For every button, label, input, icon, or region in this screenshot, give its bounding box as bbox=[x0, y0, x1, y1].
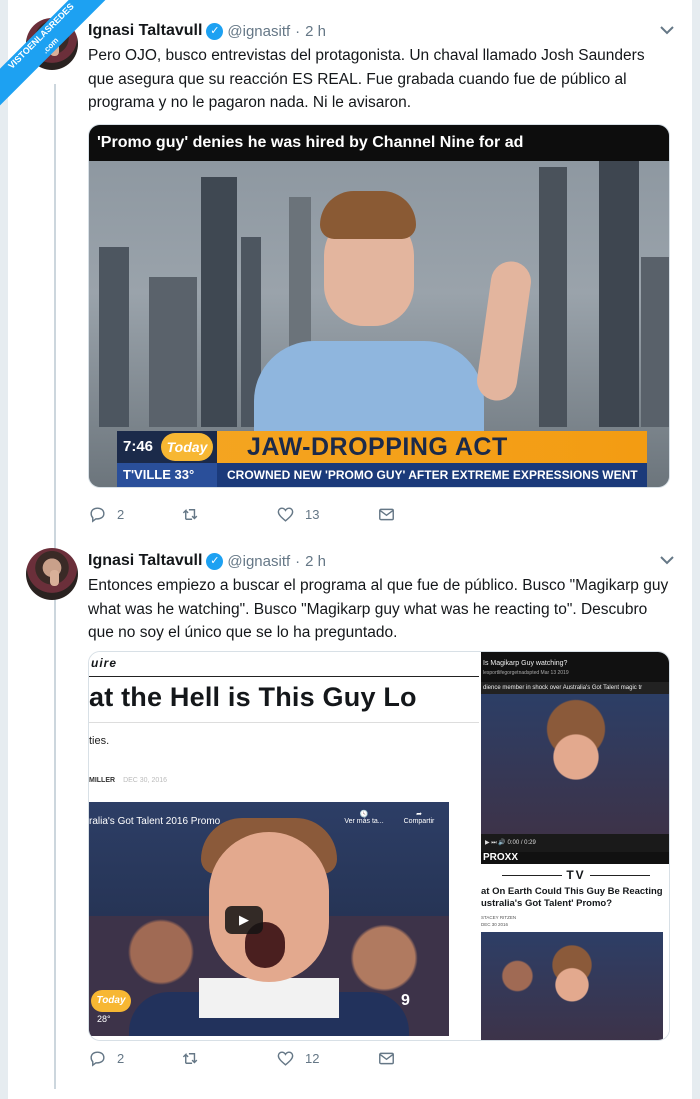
like-button[interactable]: 12 bbox=[276, 1047, 319, 1069]
envelope-icon bbox=[379, 1052, 394, 1064]
reply-count: 2 bbox=[117, 1050, 125, 1066]
publication-logo: uire bbox=[91, 656, 118, 670]
show-logo: Today bbox=[91, 990, 131, 1012]
tweet-text: Pero OJO, busco entrevistas del protagon… bbox=[88, 47, 645, 111]
tweet-header: Ignasi Taltavull ✓ @ignasitf · 2 h bbox=[88, 550, 678, 572]
tweet-actions: 2 12 bbox=[88, 1047, 408, 1069]
display-name[interactable]: Ignasi Taltavull bbox=[88, 552, 202, 570]
channel-logo: 9 bbox=[401, 992, 410, 1009]
direct-message-button[interactable] bbox=[377, 1047, 406, 1069]
uproxx-article: PROXX TV at On Earth Could This Guy Be R… bbox=[481, 852, 669, 1040]
reply-icon bbox=[90, 506, 105, 523]
tv-lower-third: 7:46 Today JAW-DROPPING ACT T'VILLE 33° … bbox=[117, 431, 647, 487]
lower-third-subcaption: CROWNED NEW 'PROMO GUY' AFTER EXTREME EX… bbox=[227, 468, 638, 482]
separator-dot: · bbox=[295, 552, 301, 570]
video-title: Is Magikarp Guy watching? bbox=[483, 660, 568, 667]
retweet-button[interactable] bbox=[181, 503, 210, 525]
timestamp[interactable]: 2 h bbox=[305, 553, 326, 570]
like-count: 12 bbox=[305, 1050, 320, 1066]
tweet[interactable]: Ignasi Taltavull ✓ @ignasitf · 2 h Enton… bbox=[8, 540, 692, 1085]
verified-badge-icon: ✓ bbox=[206, 22, 224, 40]
article-byline: STACEY RITZEN DEC 30 2016 bbox=[481, 915, 517, 927]
video-uploader: lesportlifegorgetnadspted Mar 13 2019 bbox=[483, 670, 569, 676]
category-label: TV bbox=[481, 868, 669, 882]
reply-count: 2 bbox=[117, 506, 125, 522]
reply-button[interactable]: 2 bbox=[88, 1047, 124, 1069]
article-headline: at On Earth Could This Guy Be Reacting u… bbox=[481, 886, 663, 909]
verified-badge-icon: ✓ bbox=[206, 552, 224, 570]
tweet[interactable]: Ignasi Taltavull ✓ @ignasitf · 2 h Pero … bbox=[8, 10, 692, 538]
avatar[interactable] bbox=[26, 548, 78, 600]
article-title: at the Hell is This Guy Lo bbox=[89, 682, 417, 712]
tweet-image-collage[interactable]: uire at the Hell is This Guy Lo ties. MI… bbox=[88, 651, 670, 1041]
article-byline: MILLER DEC 30, 2016 bbox=[89, 777, 168, 784]
tweet-image[interactable]: 'Promo guy' denies he was hired by Chann… bbox=[88, 124, 670, 488]
direct-message-button[interactable] bbox=[377, 503, 406, 525]
user-handle[interactable]: @ignasitf bbox=[227, 23, 290, 40]
retweet-button[interactable] bbox=[181, 1047, 210, 1069]
tweet-header: Ignasi Taltavull ✓ @ignasitf · 2 h bbox=[88, 20, 678, 42]
video-caption-strip: dience member in shock over Australia's … bbox=[481, 682, 669, 694]
weather-temp: 28° bbox=[97, 1014, 111, 1024]
like-count: 13 bbox=[305, 506, 320, 522]
envelope-icon bbox=[379, 508, 394, 520]
youtube-player-screenshot: Is Magikarp Guy watching? lesportlifegor… bbox=[481, 652, 669, 852]
retweet-icon bbox=[182, 1052, 198, 1064]
timeline: Ignasi Taltavull ✓ @ignasitf · 2 h Pero … bbox=[8, 0, 692, 1099]
timestamp[interactable]: 2 h bbox=[305, 23, 326, 40]
heart-icon bbox=[277, 506, 294, 522]
weather-city-temp: T'VILLE 33° bbox=[117, 463, 217, 487]
like-button[interactable]: 13 bbox=[276, 503, 319, 525]
news-headline: 'Promo guy' denies he was hired by Chann… bbox=[89, 125, 669, 161]
video-title: ralia's Got Talent 2016 Promo bbox=[89, 816, 221, 827]
share-label: ➦ Compartir bbox=[403, 811, 435, 825]
show-logo: Today bbox=[161, 433, 213, 461]
retweet-icon bbox=[182, 508, 198, 520]
separator-dot: · bbox=[295, 22, 301, 40]
tweet-actions: 2 13 bbox=[88, 503, 408, 525]
display-name[interactable]: Ignasi Taltavull bbox=[88, 22, 202, 40]
reply-icon bbox=[90, 1050, 105, 1067]
chevron-down-icon[interactable] bbox=[658, 22, 676, 40]
tweet-text: Entonces empiezo a buscar el programa al… bbox=[88, 577, 669, 641]
user-handle[interactable]: @ignasitf bbox=[227, 553, 290, 570]
heart-icon bbox=[277, 1050, 294, 1066]
reply-button[interactable]: 2 bbox=[88, 503, 124, 525]
embedded-video: ralia's Got Talent 2016 Promo 🕓 Ver más t… bbox=[89, 802, 449, 1036]
player-controls: ▶ ⏭ 🔊 0:00 / 0:29 bbox=[481, 834, 669, 852]
watch-later-label: 🕓 Ver más ta... bbox=[344, 811, 384, 825]
play-icon: ▶ bbox=[225, 906, 263, 934]
lower-third-caption: JAW-DROPPING ACT bbox=[247, 433, 508, 461]
site-logo: PROXX bbox=[481, 852, 669, 864]
chevron-down-icon[interactable] bbox=[658, 552, 676, 570]
second-article-screenshot: Is Magikarp Guy watching? lesportlifegor… bbox=[481, 652, 669, 1040]
article-dek: ties. bbox=[89, 735, 110, 747]
article-screenshot: uire at the Hell is This Guy Lo ties. MI… bbox=[89, 652, 479, 1040]
